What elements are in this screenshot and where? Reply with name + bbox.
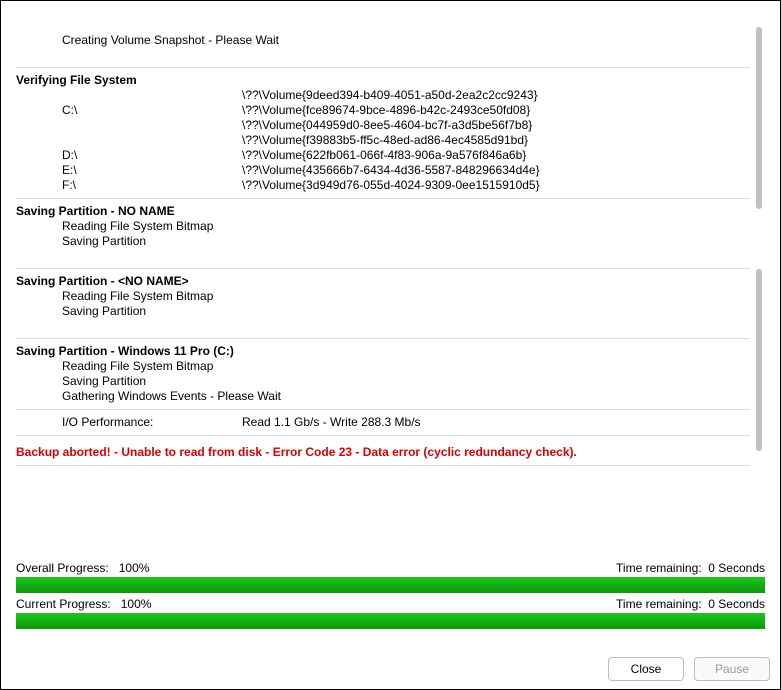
volume-row: \??\Volume{f39883b5-ff5c-48ed-ad86-4ec45… [16,133,750,148]
volume-drive [62,118,242,133]
divider [16,465,750,466]
volume-path: \??\Volume{9deed394-b409-4051-a50d-2ea2c… [242,88,750,103]
log-line: Creating Volume Snapshot - Please Wait [16,33,750,48]
divider [16,435,750,436]
volume-path: \??\Volume{f39883b5-ff5c-48ed-ad86-4ec45… [242,133,750,148]
content-area: Creating Volume Snapshot - Please Wait V… [9,9,772,643]
button-bar: Close Pause [608,657,770,681]
section-heading: Saving Partition - <NO NAME> [16,274,750,289]
section-heading: Saving Partition - NO NAME [16,204,750,219]
current-progress-fill [16,613,765,629]
section-heading: Saving Partition - Windows 11 Pro (C:) [16,344,750,359]
overall-progress-fill [16,577,765,593]
overall-progress-label: Overall Progress: [16,561,109,575]
error-message: Backup aborted! - Unable to read from di… [16,445,750,460]
volume-path: \??\Volume{fce89674-9bce-4896-b42c-2493c… [242,103,750,118]
log-line: Gathering Windows Events - Please Wait [16,389,750,404]
current-progress-bar [16,613,765,629]
volume-drive: C:\ [62,103,242,118]
volume-path: \??\Volume{044959d0-8ee5-4604-bc7f-a3d5b… [242,118,750,133]
log-line: Saving Partition [16,234,750,249]
volume-drive: E:\ [62,163,242,178]
log-line: Saving Partition [16,304,750,319]
close-button[interactable]: Close [608,657,684,681]
pause-button[interactable]: Pause [694,657,770,681]
divider [16,67,750,68]
overall-time-label: Time remaining: [616,561,702,575]
current-progress-label: Current Progress: [16,597,111,611]
volume-drive [62,133,242,148]
overall-time-value: 0 Seconds [708,561,765,575]
section-heading: Verifying File System [16,73,750,88]
divider [16,268,750,269]
divider [16,338,750,339]
current-progress-value: 100% [121,597,152,611]
scrollbar-thumb[interactable] [756,27,762,209]
volume-drive [62,88,242,103]
io-performance-row: I/O Performance: Read 1.1 Gb/s - Write 2… [16,415,750,430]
volume-path: \??\Volume{622fb061-066f-4f83-906a-9a576… [242,148,750,163]
log-line: Saving Partition [16,374,750,389]
current-time-label: Time remaining: [616,597,702,611]
current-progress-line: Current Progress: 100% Time remaining: 0… [16,597,765,611]
io-performance-value: Read 1.1 Gb/s - Write 288.3 Mb/s [242,415,750,430]
volume-row: F:\\??\Volume{3d949d76-055d-4024-9309-0e… [16,178,750,193]
log-line: Reading File System Bitmap [16,219,750,234]
volume-path: \??\Volume{435666b7-6434-4d36-5587-84829… [242,163,750,178]
overall-progress-value: 100% [119,561,150,575]
volume-row: \??\Volume{044959d0-8ee5-4604-bc7f-a3d5b… [16,118,750,133]
volume-drive: D:\ [62,148,242,163]
volume-path: \??\Volume{3d949d76-055d-4024-9309-0ee15… [242,178,750,193]
volume-row: \??\Volume{9deed394-b409-4051-a50d-2ea2c… [16,88,750,103]
volume-row: C:\\??\Volume{fce89674-9bce-4896-b42c-24… [16,103,750,118]
overall-progress-line: Overall Progress: 100% Time remaining: 0… [16,561,765,575]
overall-progress-bar [16,577,765,593]
log-line: Reading File System Bitmap [16,289,750,304]
io-performance-label: I/O Performance: [62,415,242,430]
progress-section: Overall Progress: 100% Time remaining: 0… [16,557,765,639]
current-time-value: 0 Seconds [708,597,765,611]
volume-row: D:\\??\Volume{622fb061-066f-4f83-906a-9a… [16,148,750,163]
log-line: Reading File System Bitmap [16,359,750,374]
divider [16,198,750,199]
volume-drive: F:\ [62,178,242,193]
divider [16,409,750,410]
log-area: Creating Volume Snapshot - Please Wait V… [16,19,750,534]
volume-row: E:\\??\Volume{435666b7-6434-4d36-5587-84… [16,163,750,178]
dialog-window: Creating Volume Snapshot - Please Wait V… [0,0,781,690]
scrollbar-thumb[interactable] [756,269,762,451]
